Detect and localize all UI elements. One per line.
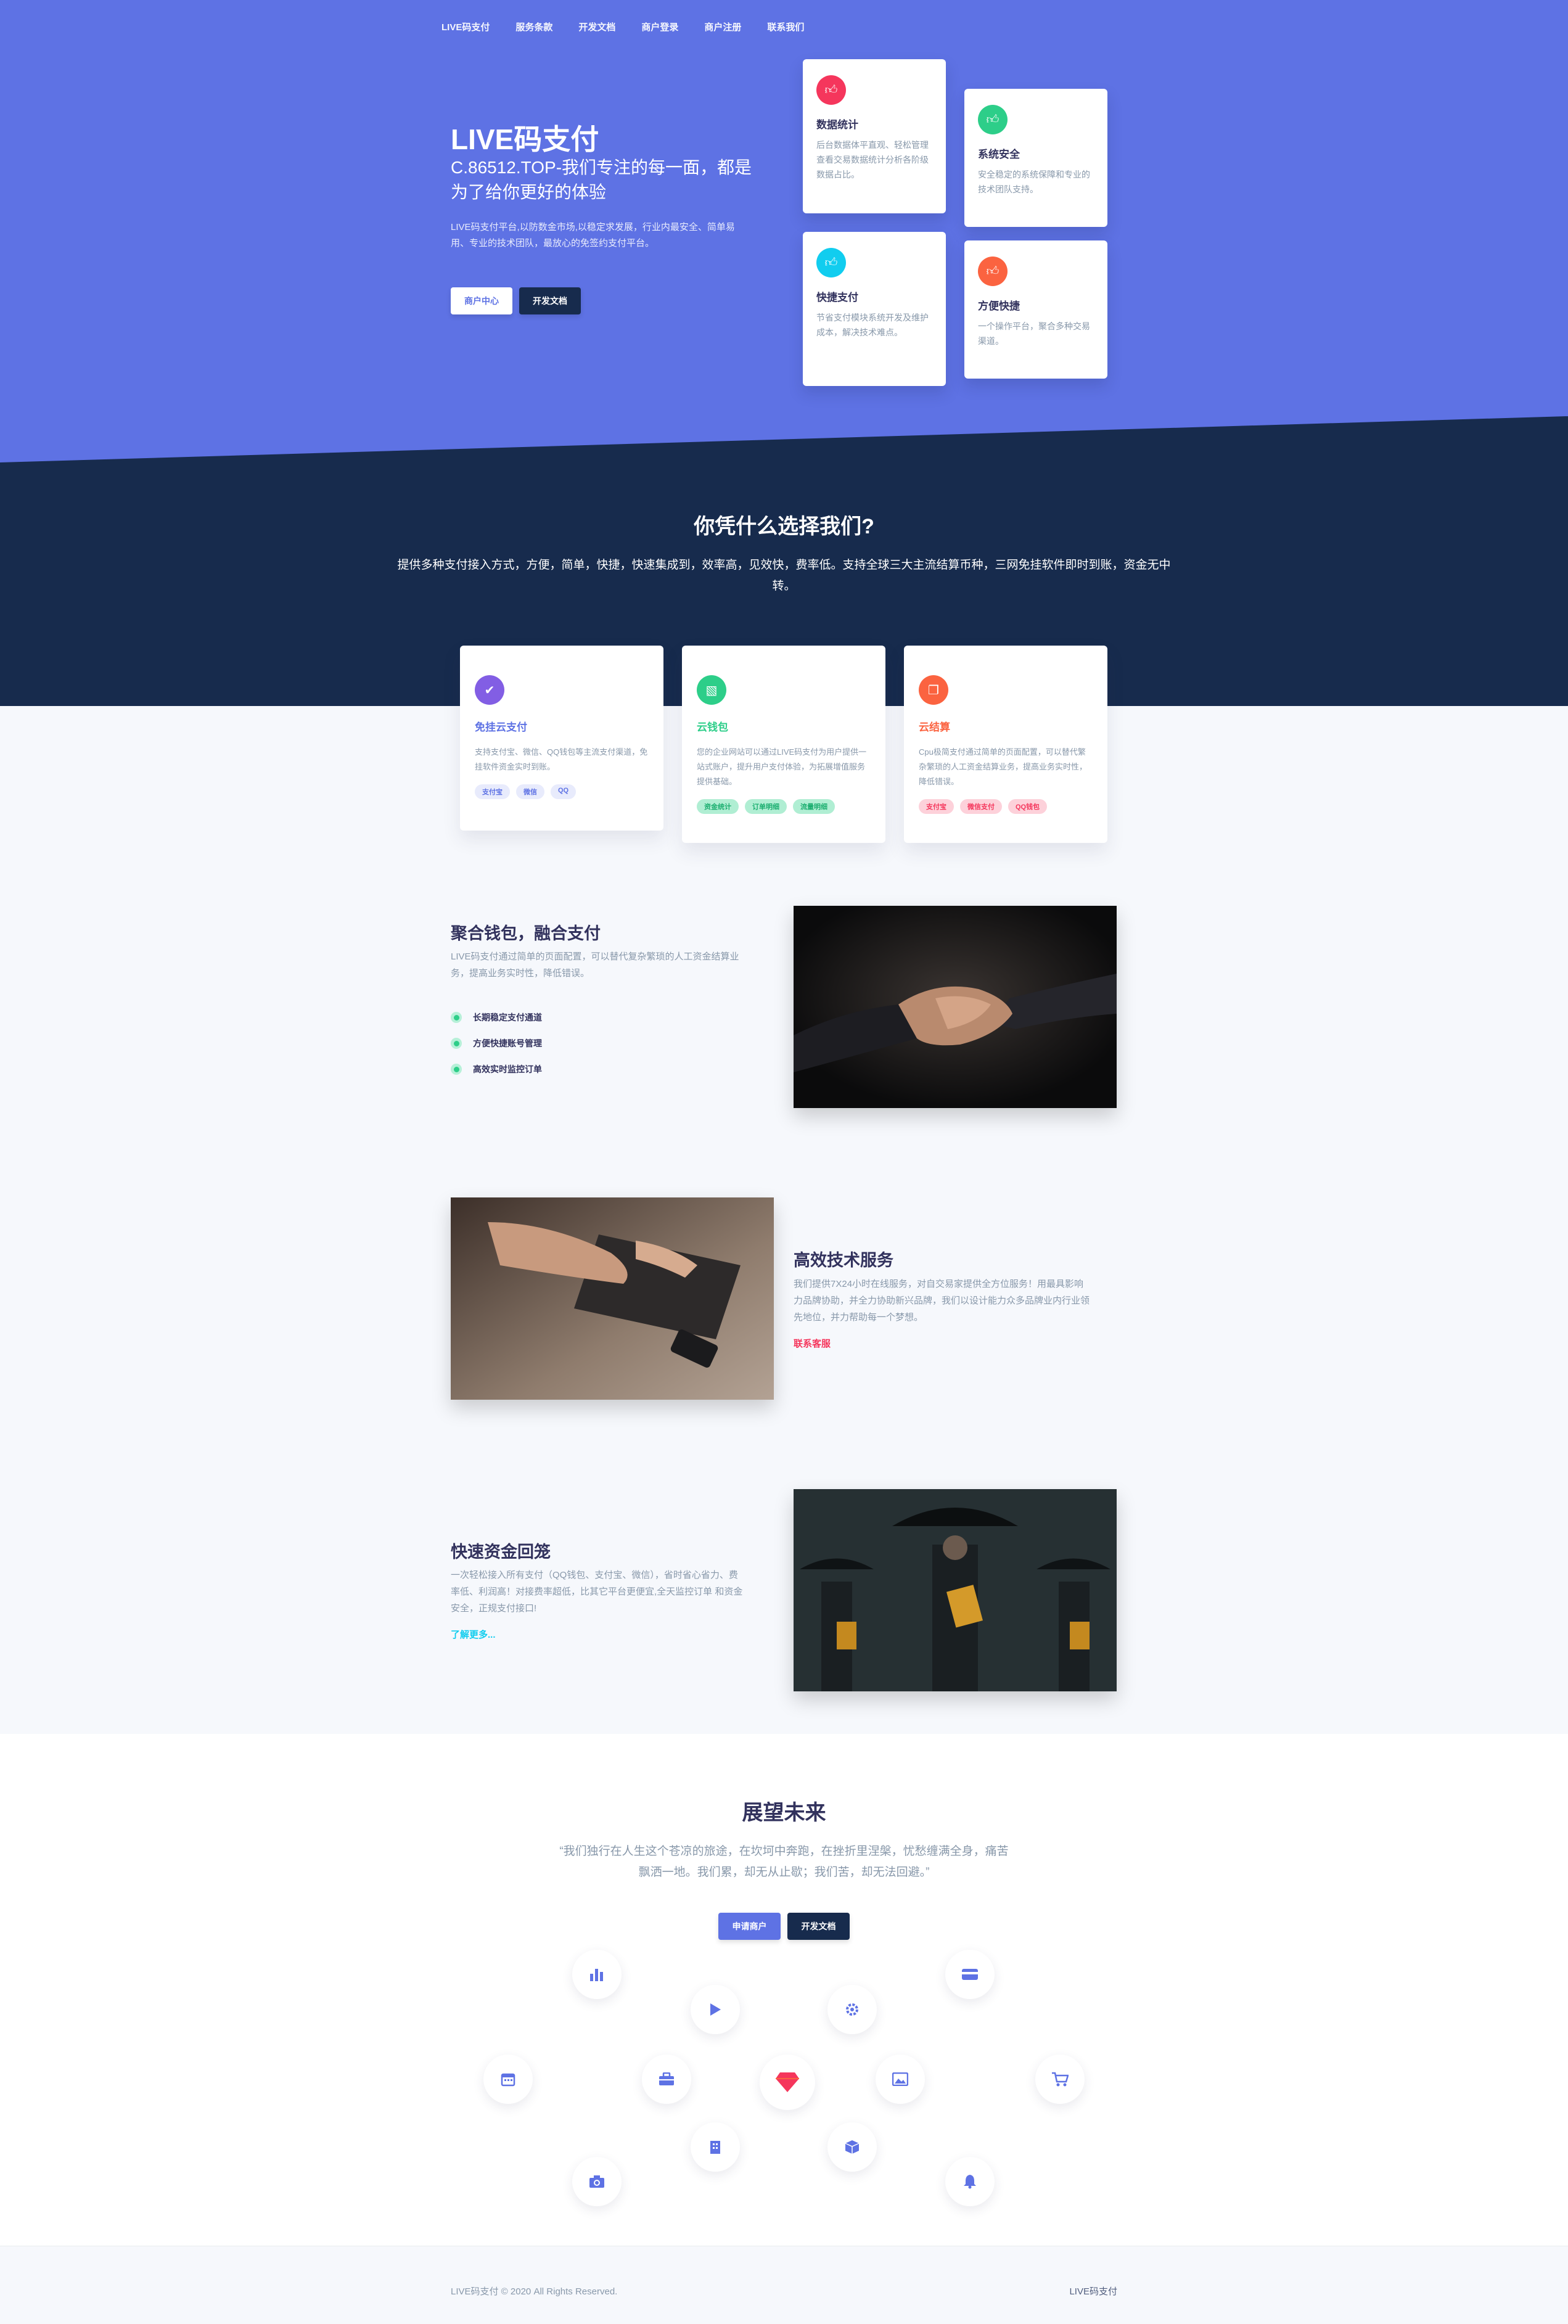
learn-more-link[interactable]: 了解更多...	[451, 1628, 496, 1641]
nav-link-register[interactable]: 商户注册	[704, 20, 741, 33]
service-desc: 支持支付宝、微信、QQ钱包等主流支付渠道，免挂软件资金实时到账。	[475, 747, 648, 771]
hero-subtitle: C.86512.TOP-我们专注的每一面，都是为了给你更好的体验	[451, 158, 752, 202]
future-description: “我们独行在人生这个苍凉的旅途，在坎坷中奔跑，在挫折里涅槃，忧愁缠满全身，痛苦飘…	[559, 1845, 1009, 1879]
nav-link-terms[interactable]: 服务条款	[515, 20, 552, 33]
box-icon	[827, 2122, 877, 2172]
feature-title: 方便快捷	[978, 300, 1020, 312]
list-item: 方便快捷账号管理	[451, 1037, 542, 1049]
tag: 支付宝	[475, 784, 510, 799]
contact-support-link[interactable]: 联系客服	[794, 1337, 831, 1350]
section-tech-title: 高效技术服务	[794, 1251, 893, 1270]
future-title: 展望未来	[742, 1801, 826, 1825]
thumb-icon: 👍︎	[978, 257, 1008, 286]
service-tags: 支付宝 微信 QQ	[475, 784, 649, 799]
image-icon	[876, 2055, 925, 2104]
why-title: 你凭什么选择我们?	[694, 515, 874, 538]
hero-section	[0, 0, 1568, 469]
check-icon: ✔	[475, 675, 504, 705]
service-desc: Cpu极简支付通过简单的页面配置，可以替代繁杂繁琐的人工资金结算业务，提高业务实…	[919, 747, 1088, 786]
tag: 流量明细	[793, 799, 835, 814]
section-funds-title: 快速资金回笼	[451, 1543, 551, 1561]
tag: QQ钱包	[1008, 799, 1048, 814]
tag: 微信支付	[960, 799, 1002, 814]
section-aggregate-desc: LIVE码支付通过简单的页面配置，可以替代复杂繁琐的人工资金结算业务，提高业务实…	[451, 951, 739, 979]
bell-icon	[945, 2157, 995, 2206]
dev-docs-button[interactable]: 开发文档	[519, 287, 581, 314]
calendar-icon	[483, 2055, 533, 2104]
briefcase-icon	[642, 2055, 691, 2104]
apply-merchant-button[interactable]: 申请商户	[718, 1913, 781, 1940]
tag: 订单明细	[745, 799, 787, 814]
feature-desc: 安全稳定的系统保障和专业的技术团队支持。	[978, 170, 1090, 194]
bar-chart-icon	[572, 1950, 622, 1999]
service-title: 云结算	[919, 721, 950, 733]
tag: QQ	[551, 784, 577, 799]
play-icon	[691, 1985, 740, 2034]
service-tags: 资金统计 订单明细 流量明细	[697, 799, 871, 814]
hero-description: LIVE码支付平台,以防数金市场,以稳定求发展，行业内最安全、简单易用、专业的技…	[451, 222, 735, 248]
nav-link-docs[interactable]: 开发文档	[578, 20, 615, 33]
feature-check-list: 长期稳定支付通道 方便快捷账号管理 高效实时监控订单	[451, 1011, 542, 1089]
list-item: 高效实时监控订单	[451, 1063, 542, 1075]
feature-desc: 后台数据体平直观、轻松管理查看交易数据统计分析各阶级数据占比。	[816, 140, 929, 179]
service-tags: 支付宝 微信支付 QQ钱包	[919, 799, 1093, 814]
feature-desc: 一个操作平台，聚合多种交易渠道。	[978, 321, 1090, 346]
diamond-icon	[760, 2055, 815, 2110]
section-tech-desc: 我们提供7X24小时在线服务，对自交易家提供全方位服务！用最具影响力品牌协助，并…	[794, 1279, 1090, 1323]
footer-brand-link[interactable]: LIVE码支付	[1069, 2285, 1117, 2297]
future-docs-button[interactable]: 开发文档	[787, 1913, 850, 1940]
thumb-icon: 👍︎	[816, 75, 846, 105]
check-icon	[451, 1038, 462, 1049]
tag: 资金统计	[697, 799, 739, 814]
tag: 支付宝	[919, 799, 954, 814]
feature-card-quickpay: 👍︎ 快捷支付 节省支付模块系统开发及维护成本，解决技术难点。	[803, 232, 946, 386]
service-title: 免挂云支付	[475, 721, 527, 733]
footer: LIVE码支付 © 2020 All Rights Reserved. LIVE…	[0, 2246, 1568, 2324]
top-nav: LIVE码支付 服务条款 开发文档 商户登录 商户注册 联系我们	[441, 20, 830, 33]
section-funds-desc: 一次轻松接入所有支付（QQ钱包、支付宝、微信），省时省心省力、费率低、利润高！对…	[451, 1570, 743, 1614]
service-title: 云钱包	[697, 721, 728, 733]
nav-link-contact[interactable]: 联系我们	[767, 20, 804, 33]
building-icon	[691, 2122, 740, 2172]
credit-card-icon	[945, 1950, 995, 1999]
service-card-cloudsettle: ❐ 云结算 Cpu极简支付通过简单的页面配置，可以替代繁杂繁琐的人工资金结算业务…	[904, 646, 1107, 843]
copy-icon: ❐	[919, 675, 948, 705]
feature-title: 数据统计	[816, 119, 858, 131]
section-aggregate-title: 聚合钱包，融合支付	[451, 924, 601, 943]
wallet-icon: ▧	[697, 675, 726, 705]
feature-desc: 节省支付模块系统开发及维护成本，解决技术难点。	[816, 313, 929, 337]
merchant-center-button[interactable]: 商户中心	[451, 287, 512, 314]
nav-link-home[interactable]: LIVE码支付	[441, 20, 490, 33]
copyright-text: LIVE码支付 © 2020 All Rights Reserved.	[451, 2286, 618, 2297]
camera-icon	[572, 2157, 622, 2206]
hero-title: LIVE码支付	[451, 123, 599, 155]
cart-icon	[1035, 2055, 1085, 2104]
service-card-cloudwallet: ▧ 云钱包 您的企业网站可以通过LIVE码支付为用户提供一站式账户，提升用户支付…	[682, 646, 885, 843]
umbrella-businessmen-image	[794, 1489, 1117, 1691]
nav-link-login[interactable]: 商户登录	[641, 20, 678, 33]
handshake-image	[794, 906, 1117, 1108]
thumb-icon: 👍︎	[816, 248, 846, 277]
gear-icon	[827, 1985, 877, 2034]
thumb-icon: 👍︎	[978, 105, 1008, 134]
check-icon	[451, 1064, 462, 1075]
tag: 微信	[516, 784, 544, 799]
feature-title: 系统安全	[978, 149, 1020, 160]
service-card-cloudpay: ✔ 免挂云支付 支持支付宝、微信、QQ钱包等主流支付渠道，免挂软件资金实时到账。…	[460, 646, 663, 831]
check-icon	[451, 1012, 462, 1023]
feature-card-security: 👍︎ 系统安全 安全稳定的系统保障和专业的技术团队支持。	[964, 89, 1107, 227]
service-desc: 您的企业网站可以通过LIVE码支付为用户提供一站式账户，提升用户支付体验，为拓展…	[697, 747, 867, 786]
list-item: 长期稳定支付通道	[451, 1011, 542, 1024]
feature-card-stats: 👍︎ 数据统计 后台数据体平直观、轻松管理查看交易数据统计分析各阶级数据占比。	[803, 59, 946, 213]
feature-title: 快捷支付	[816, 292, 858, 303]
why-description: 提供多种支付接入方式，方便，简单，快捷，快速集成到，效率高，见效快，费率低。支持…	[397, 559, 1171, 593]
feature-card-convenient: 👍︎ 方便快捷 一个操作平台，聚合多种交易渠道。	[964, 240, 1107, 379]
tablet-image	[451, 1197, 774, 1400]
